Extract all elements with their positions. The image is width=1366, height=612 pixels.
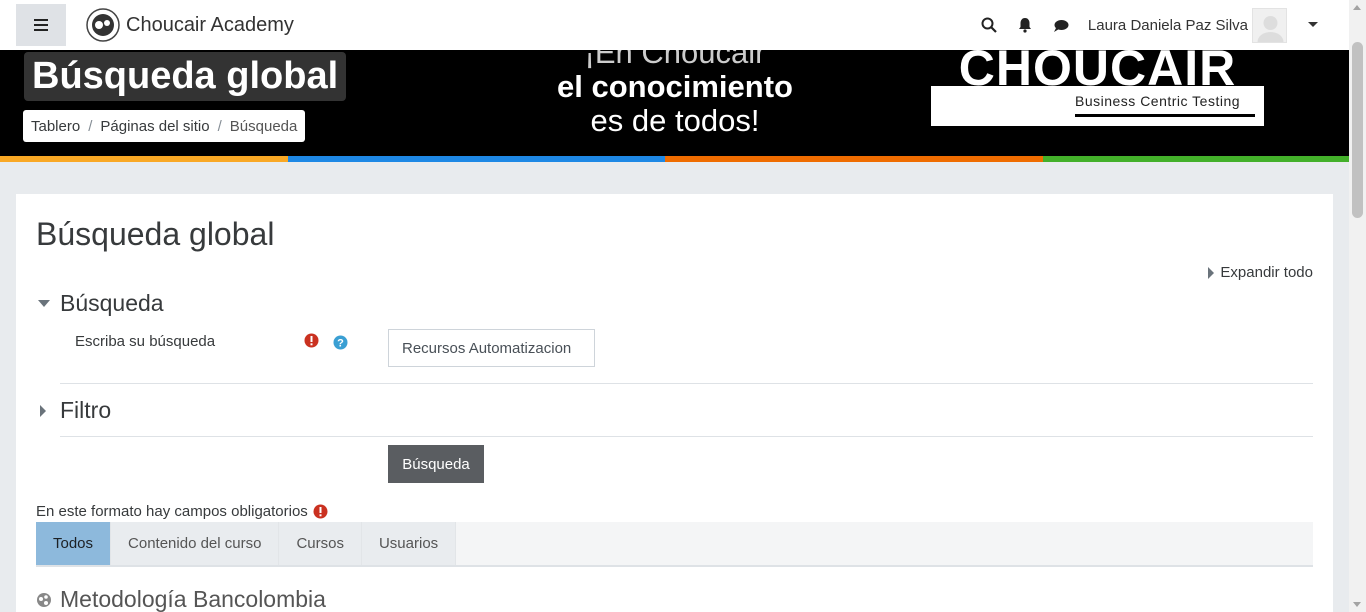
results-tabs: Todos Contenido del curso Cursos Usuario… (36, 522, 1313, 567)
color-stripe (0, 156, 1349, 162)
section-toggle-filtro[interactable]: Filtro (40, 397, 111, 424)
user-name[interactable]: Laura Daniela Paz Silva (1088, 17, 1248, 34)
brand-link[interactable]: Choucair Academy (86, 8, 294, 42)
breadcrumb-item-busqueda[interactable]: Búsqueda (230, 118, 298, 135)
site-logo-icon (86, 8, 120, 42)
course-category-icon (37, 592, 51, 607)
tab-usuarios[interactable]: Usuarios (361, 522, 457, 565)
section-toggle-busqueda[interactable]: Búsqueda (38, 290, 164, 317)
main-content-card: Búsqueda global Expandir todo Búsqueda E… (16, 194, 1333, 612)
breadcrumb-item-tablero[interactable]: Tablero (31, 118, 80, 135)
collapse-arrow-icon (38, 300, 50, 307)
page-scrollbar[interactable] (1349, 0, 1366, 612)
result-title: Metodología Bancolombia (60, 586, 326, 612)
search-input[interactable] (388, 329, 595, 367)
breadcrumb-separator: / (217, 117, 222, 135)
logo-subtitle: Business Centric Testing (1075, 93, 1241, 109)
chat-icon[interactable] (1052, 16, 1070, 34)
slogan-line-1: ¡En Choucair (584, 50, 766, 70)
search-submit-button[interactable]: Búsqueda (388, 445, 484, 483)
section-label-busqueda: Búsqueda (60, 290, 164, 316)
stripe-yellow (0, 156, 288, 162)
breadcrumb: Tablero / Páginas del sitio / Búsqueda (23, 110, 306, 142)
expand-all-link[interactable]: Expandir todo (1208, 264, 1313, 281)
slogan-line-3: es de todos! (590, 103, 760, 138)
expand-arrow-icon (40, 404, 46, 417)
top-navbar: Choucair Academy Laura Daniela Paz Silva (0, 0, 1349, 50)
section-label-filtro: Filtro (60, 397, 112, 423)
page-header-banner: ¡En Choucair el conocimiento es de todos… (0, 50, 1349, 156)
tab-contenido-del-curso[interactable]: Contenido del curso (111, 522, 280, 565)
stripe-orange (665, 156, 1043, 162)
search-icon[interactable] (980, 16, 998, 34)
result-item[interactable]: Metodología Bancolombia (36, 586, 326, 612)
page-title: Búsqueda global (36, 216, 275, 252)
required-icon (304, 333, 319, 348)
scroll-down-icon[interactable] (1353, 602, 1361, 607)
slogan-line-2: el conocimiento (557, 69, 793, 104)
choucair-logo: CHOUCAIR Business Centric Testing (931, 50, 1264, 126)
required-icon (313, 504, 328, 519)
section-divider (60, 383, 1313, 384)
svg-text:?: ? (337, 338, 344, 350)
expand-arrow-icon (1208, 266, 1215, 279)
logo-word: CHOUCAIR (931, 50, 1264, 86)
brand-name: Choucair Academy (126, 13, 294, 36)
page-header-title: Búsqueda global (24, 52, 347, 101)
search-field-label: Escriba su búsqueda (75, 333, 216, 350)
user-menu-caret-icon[interactable] (1307, 21, 1319, 29)
menu-toggle-button[interactable] (16, 4, 66, 46)
help-icon[interactable]: ? (333, 335, 348, 350)
hamburger-icon (34, 19, 48, 31)
tab-cursos[interactable]: Cursos (279, 522, 362, 565)
required-note-text: En este formato hay campos obligatorios (36, 503, 308, 520)
expand-all-label: Expandir todo (1220, 264, 1313, 281)
required-fields-note: En este formato hay campos obligatorios (36, 503, 328, 520)
stripe-green (1043, 156, 1349, 162)
tab-todos[interactable]: Todos (36, 522, 112, 565)
breadcrumb-separator: / (88, 117, 93, 135)
banner-slogan: ¡En Choucair el conocimiento es de todos… (545, 50, 805, 138)
breadcrumb-item-paginas[interactable]: Páginas del sitio (100, 118, 209, 135)
section-divider (60, 436, 1313, 437)
logo-underline (1075, 114, 1255, 117)
scroll-up-icon[interactable] (1353, 5, 1361, 10)
bell-icon[interactable] (1016, 16, 1034, 34)
scroll-thumb[interactable] (1352, 42, 1363, 218)
avatar[interactable] (1252, 7, 1287, 43)
stripe-blue (288, 156, 665, 162)
